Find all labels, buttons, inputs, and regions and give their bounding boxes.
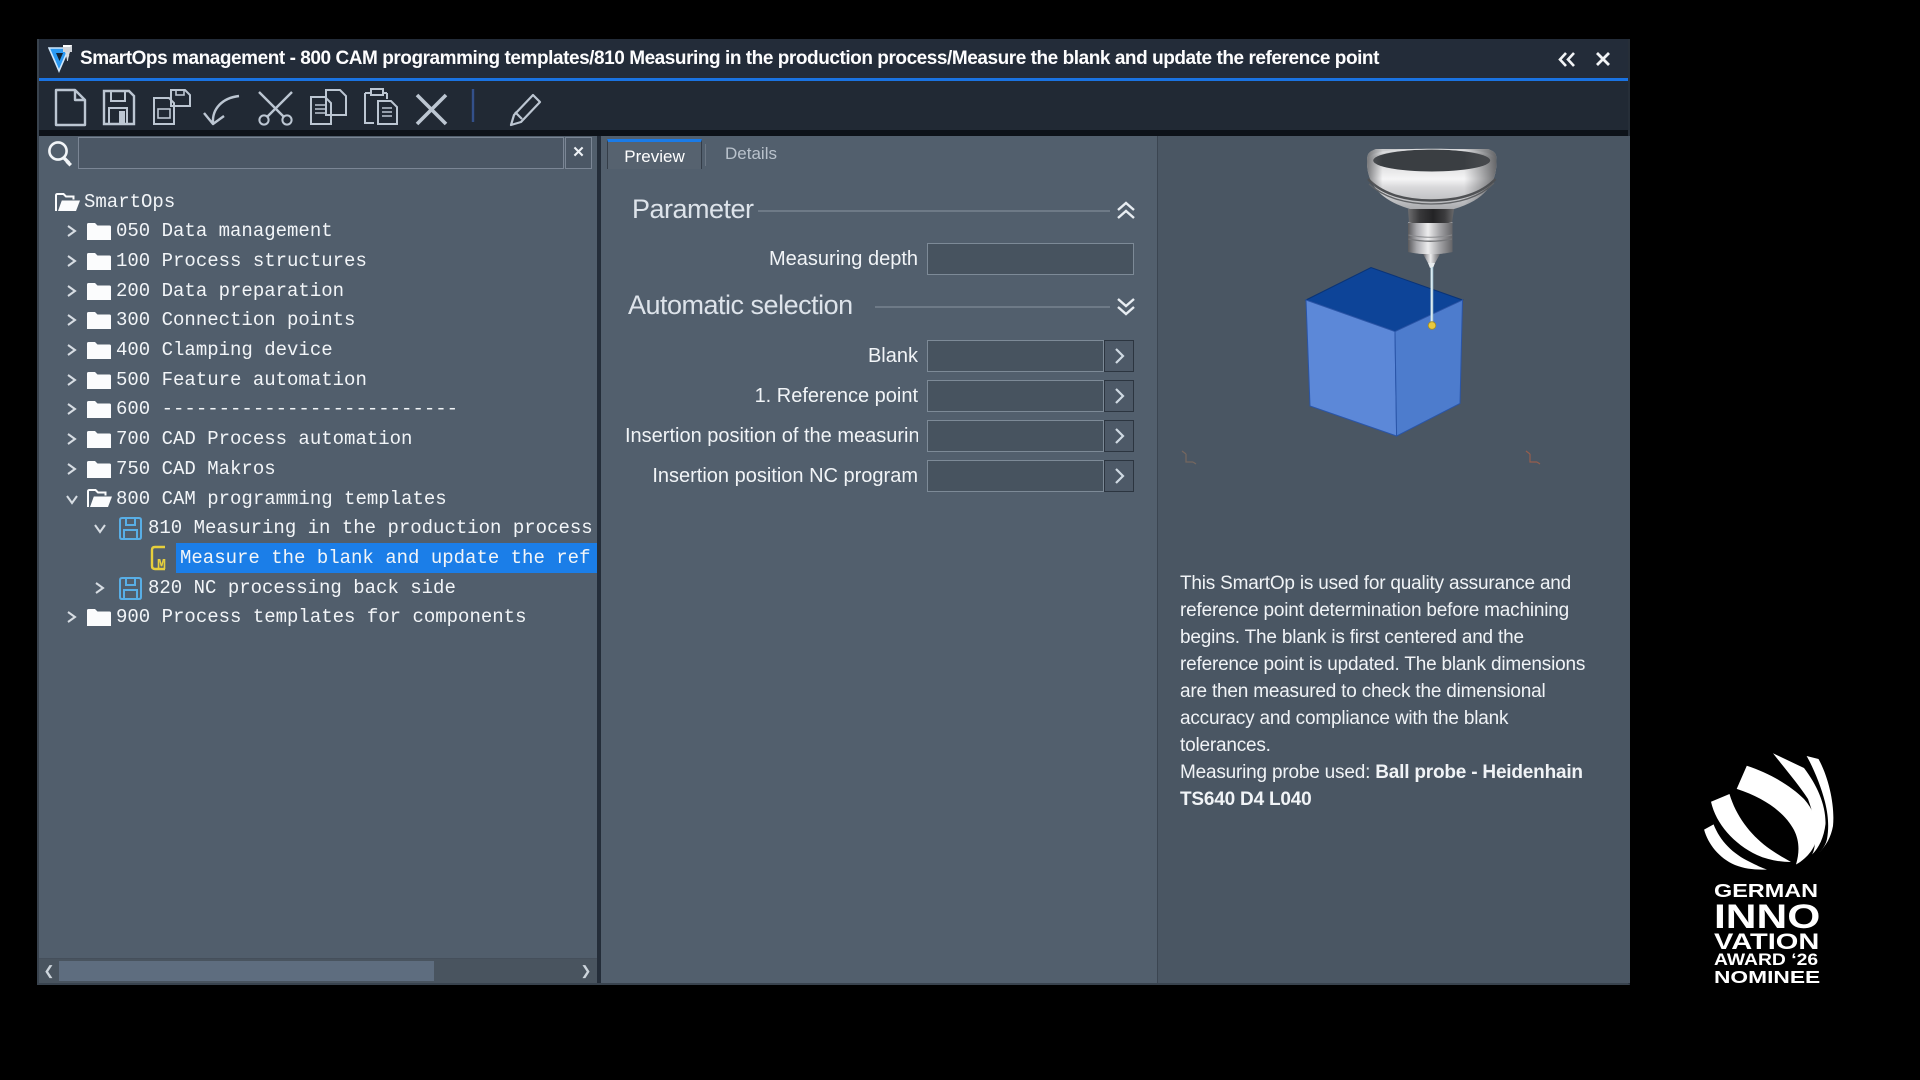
svg-text:M: M: [157, 557, 166, 572]
